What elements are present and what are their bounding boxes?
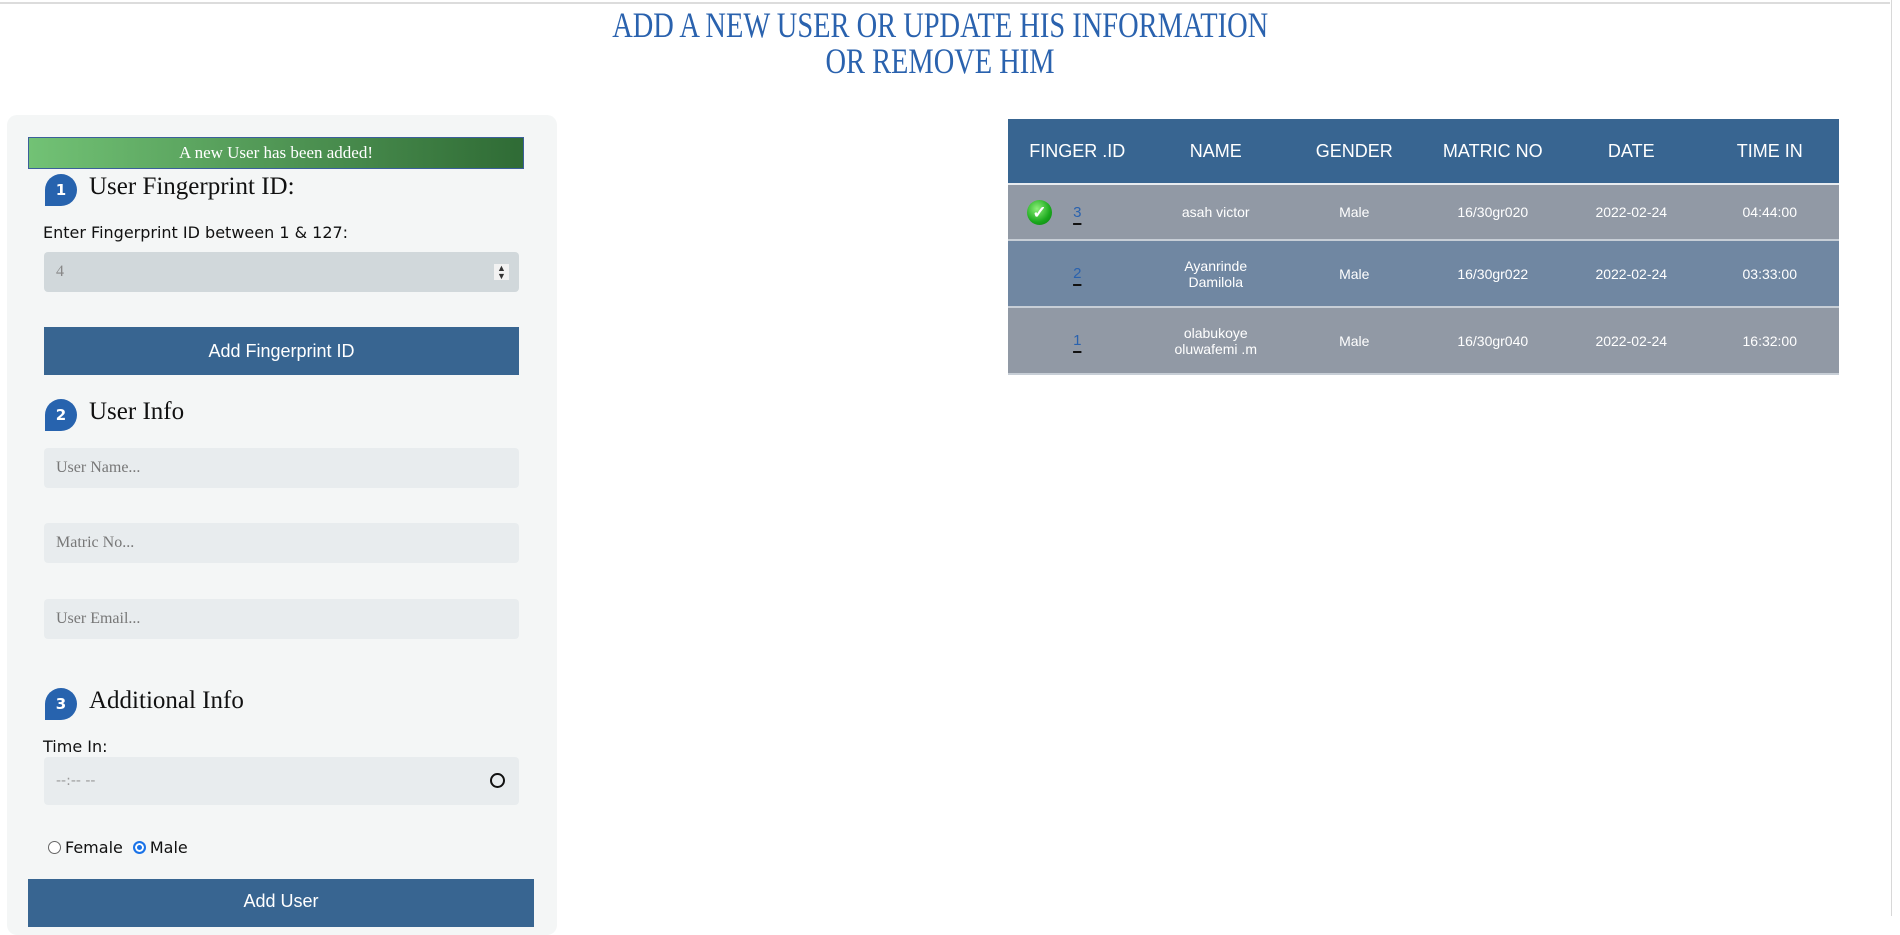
matric-cell: 16/30gr040: [1457, 332, 1529, 349]
date-cell: 2022-02-24: [1595, 332, 1668, 349]
table-header: FINGER .ID NAME GENDER MATRIC NO DATE TI…: [1008, 119, 1839, 185]
column-header: TIME IN: [1736, 141, 1803, 161]
user-email-input[interactable]: User Email...: [44, 599, 519, 639]
success-alert: A new User has been added!: [28, 137, 524, 169]
users-table: FINGER .ID NAME GENDER MATRIC NO DATE TI…: [1008, 119, 1839, 375]
column-header: MATRIC NO: [1442, 141, 1543, 161]
user-name-input[interactable]: User Name...: [44, 448, 519, 488]
column-header: DATE: [1607, 141, 1655, 161]
table-row[interactable]: 1 olabukoye oluwafemi .m Male 16/30gr040…: [1008, 308, 1839, 375]
section-additional-info-heading: 3 Additional Info: [45, 682, 244, 720]
name-cell: asah victor: [1181, 204, 1250, 220]
column-header: GENDER: [1315, 141, 1393, 161]
fingerprint-id-input[interactable]: 4 ▲ ▼: [44, 252, 519, 292]
time-in-input[interactable]: --:-- --: [44, 757, 519, 805]
female-radio[interactable]: [48, 841, 61, 854]
page-title: ADD A NEW USER OR UPDATE HIS INFORMATION: [611, 5, 1268, 45]
page-title-line2: OR REMOVE HIM: [825, 41, 1055, 81]
add-user-button[interactable]: Add User: [28, 879, 534, 927]
step-badge: 2: [45, 399, 77, 431]
finger-id-link[interactable]: 2: [1073, 265, 1081, 282]
name-cell: Ayanrinde Damilola: [1184, 257, 1248, 290]
step-badge: 1: [45, 174, 77, 206]
gender-radio-group: Female Male: [48, 838, 188, 857]
column-header: NAME: [1189, 141, 1242, 161]
finger-id-link[interactable]: 1: [1073, 332, 1081, 349]
column-header: FINGER .ID: [1029, 141, 1126, 161]
time-cell: 04:44:00: [1742, 204, 1798, 220]
fingerprint-id-label: Enter Fingerprint ID between 1 & 127:: [43, 223, 349, 242]
gender-cell: Male: [1339, 204, 1370, 220]
clock-icon[interactable]: [490, 773, 505, 788]
name-cell: olabukoye oluwafemi .m: [1174, 324, 1257, 357]
check-icon: ✓: [1027, 199, 1052, 225]
time-cell: 03:33:00: [1742, 265, 1798, 282]
table-row[interactable]: 2 Ayanrinde Damilola Male 16/30gr022 202…: [1008, 241, 1839, 308]
matric-cell: 16/30gr020: [1457, 204, 1529, 220]
section-fingerprint-heading: 1 User Fingerprint ID:: [45, 168, 295, 206]
matric-no-input[interactable]: Matric No...: [44, 523, 519, 563]
table-row[interactable]: ✓ 3 asah victor Male 16/30gr020 2022-02-…: [1008, 185, 1839, 241]
top-border: [0, 2, 1890, 4]
spinner-icon[interactable]: ▲ ▼: [494, 264, 509, 281]
male-radio[interactable]: [132, 841, 146, 854]
finger-id-link[interactable]: 3: [1073, 204, 1081, 221]
gender-cell: Male: [1339, 332, 1370, 349]
date-cell: 2022-02-24: [1595, 204, 1668, 220]
time-in-label: Time In:: [43, 737, 108, 756]
step-badge: 3: [45, 688, 77, 720]
scrollbar-track[interactable]: [1891, 0, 1892, 916]
date-cell: 2022-02-24: [1595, 265, 1668, 282]
time-cell: 16:32:00: [1742, 332, 1798, 349]
section-user-info-heading: 2 User Info: [45, 393, 184, 431]
gender-cell: Male: [1339, 265, 1370, 282]
matric-cell: 16/30gr022: [1457, 265, 1529, 282]
add-fingerprint-button[interactable]: Add Fingerprint ID: [44, 327, 519, 375]
